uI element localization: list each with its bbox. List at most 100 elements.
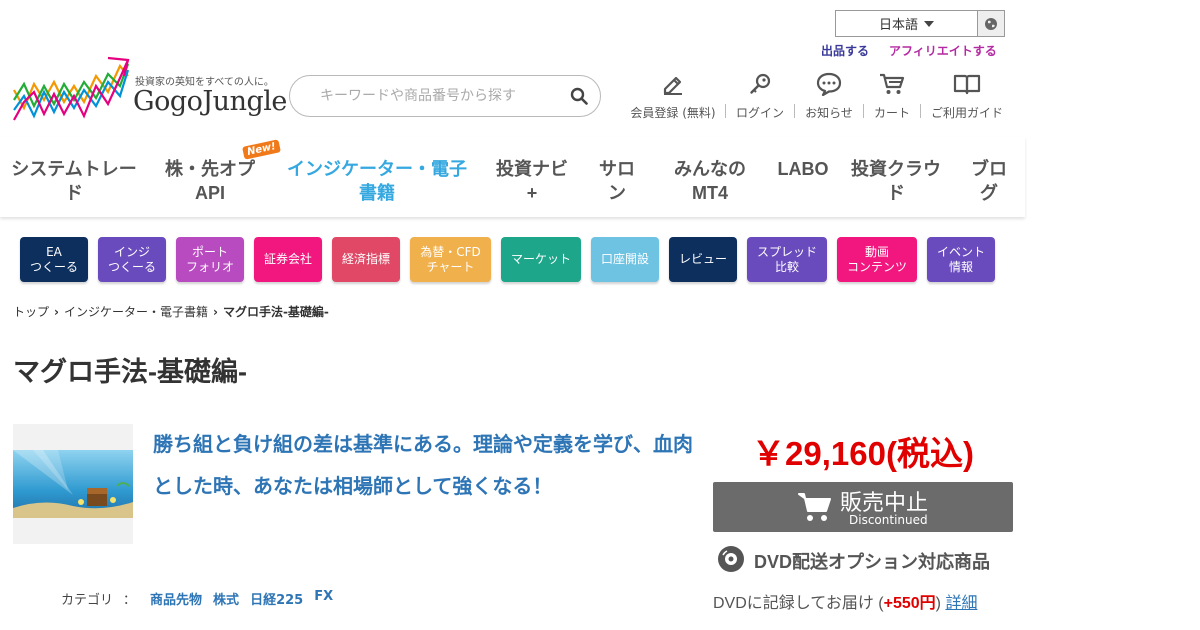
tile-portfolio[interactable]: ポート フォリオ [176, 237, 244, 282]
nav-label-line2: MT4 [692, 183, 728, 203]
language-selector[interactable]: 日本語 [835, 10, 1005, 37]
breadcrumb-category[interactable]: インジケーター・電子書籍 [64, 303, 208, 320]
product-thumbnail[interactable] [13, 424, 133, 544]
divider [863, 104, 864, 118]
main-nav-minna-mt4[interactable]: みんなの MT4 [664, 157, 756, 205]
disc-icon [717, 545, 745, 577]
tile-event-info[interactable]: イベント 情報 [927, 237, 995, 282]
product-catch-copy: 勝ち組と負け組の差は基準にある。理論や定義を学び、血肉とした時、あなたは相場師と… [153, 434, 693, 498]
category-row: カテゴリ ： 商品先物 株式 日経225 FX [61, 589, 344, 608]
nav-label-line1: 株・先オプ [165, 159, 255, 179]
nav-label-line2: ド [887, 183, 905, 203]
category-tag[interactable]: 株式 [213, 589, 239, 608]
category-tag[interactable]: 商品先物 [150, 589, 202, 608]
logo-name: GogoJungle [133, 86, 287, 117]
tile-fx-cfd-chart[interactable]: 為替・CFD チャート [410, 237, 491, 282]
page-title: マグロ手法-基礎編- [13, 357, 247, 387]
globe-icon[interactable] [978, 11, 1004, 36]
divider [794, 104, 795, 118]
chevron-down-icon [924, 20, 934, 27]
breadcrumb-current: マグロ手法-基礎編- [222, 305, 329, 319]
header-nav-label: お知らせ [805, 106, 853, 120]
header-nav-label: ご利用ガイド [931, 106, 1004, 120]
product-image [13, 450, 133, 518]
product-price: ￥29,160(税込) [752, 435, 974, 472]
category-label: カテゴリ [61, 593, 114, 608]
main-nav-indicator-ebook[interactable]: インジケーター・電子 書籍 [284, 157, 470, 205]
header-nav-register[interactable]: 会員登録 (無料) [630, 70, 716, 121]
tile-market[interactable]: マーケット [501, 237, 581, 282]
main-nav: システムトレー ド 株・先オプ API New! インジケーター・電子 書籍 投… [0, 137, 1025, 217]
divider [920, 104, 921, 118]
nav-label-line2: + [526, 183, 538, 203]
book-icon [953, 70, 981, 98]
tile-econ-indicators[interactable]: 経済指標 [332, 237, 400, 282]
dvd-option-label: DVD配送オプション対応商品 [754, 552, 991, 572]
search-box[interactable] [289, 75, 601, 117]
dvd-option-badge: DVD配送オプション対応商品 [717, 545, 990, 577]
buy-button-sublabel: Discontinued [849, 513, 928, 527]
chevron-right-icon: › [212, 304, 218, 319]
nav-label-line2: ン [608, 183, 626, 203]
breadcrumb-home[interactable]: トップ [13, 303, 49, 320]
dvd-note-prefix: DVDに記録してお届け ( [713, 595, 884, 612]
header-nav-guide[interactable]: ご利用ガイド [931, 70, 1003, 121]
nav-label-line2: ド [65, 183, 83, 203]
main-nav-invest-cloud[interactable]: 投資クラウ ド [848, 157, 944, 205]
main-nav-labo[interactable]: LABO [770, 157, 836, 181]
header-nav-cart[interactable]: カート [874, 70, 910, 121]
main-nav-invest-navi[interactable]: 投資ナビ + [490, 157, 574, 205]
affiliate-link[interactable]: アフィリエイトする [889, 42, 997, 59]
nav-label-line2: 書籍 [359, 183, 395, 203]
chevron-right-icon: › [54, 304, 59, 319]
nav-label-line1: LABO [777, 159, 829, 179]
language-label: 日本語 [878, 18, 918, 33]
nav-label-line1: システムトレー [11, 159, 137, 179]
nav-label-line2: API [194, 183, 225, 203]
category-tag[interactable]: 日経225 [250, 589, 303, 608]
main-nav-system-trade[interactable]: システムトレー ド [8, 157, 140, 205]
header-nav-login[interactable]: ログイン [736, 70, 784, 121]
main-nav-stock-api[interactable]: 株・先オプ API [160, 157, 260, 205]
tile-spread-compare[interactable]: スプレッド 比較 [747, 237, 827, 282]
main-nav-blog[interactable]: ブロ グ [966, 157, 1012, 205]
logo-mark-icon [13, 56, 130, 121]
site-logo[interactable]: 投資家の英知をすべての人に。 GogoJungle [12, 56, 287, 126]
category-tag[interactable]: FX [314, 589, 333, 608]
sell-link[interactable]: 出品する [821, 42, 869, 59]
search-input[interactable] [310, 76, 560, 116]
header-nav-news[interactable]: お知らせ [805, 70, 853, 121]
nav-label-line1: インジケーター・電子 [287, 159, 467, 179]
main-nav-salon[interactable]: サロ ン [592, 157, 642, 205]
tile-video-content[interactable]: 動画 コンテンツ [837, 237, 917, 282]
tile-ea-tsukuru[interactable]: EA つくーる [20, 237, 88, 282]
nav-label-line2: グ [980, 183, 998, 203]
language-dropdown[interactable]: 日本語 [836, 11, 978, 36]
chat-bubble-icon [816, 70, 842, 98]
dvd-detail-link[interactable]: 詳細 [945, 595, 977, 612]
tile-open-account[interactable]: 口座開設 [591, 237, 659, 282]
breadcrumb: トップ › インジケーター・電子書籍 › マグロ手法-基礎編- [13, 303, 329, 320]
cart-icon [798, 491, 832, 527]
key-icon [748, 70, 772, 98]
nav-label-line1: ブロ [971, 159, 1007, 179]
search-icon[interactable] [570, 87, 588, 109]
header-nav-label: ログイン [736, 106, 785, 120]
header-nav-label: 会員登録 (無料) [630, 106, 716, 120]
dvd-note: DVDに記録してお届け (+550円) 詳細 [713, 589, 977, 613]
dvd-note-price: +550円 [883, 595, 936, 612]
header-nav-label: カート [874, 106, 911, 120]
tile-inji-tsukuru[interactable]: インジ つくーる [98, 237, 166, 282]
divider [725, 104, 726, 118]
tile-review[interactable]: レビュー [669, 237, 737, 282]
nav-label-line1: 投資ナビ [496, 159, 568, 179]
category-colon: ： [123, 593, 137, 608]
nav-label-line1: 投資クラウ [851, 159, 941, 179]
buy-button-discontinued[interactable]: 販売中止 Discontinued [713, 482, 1013, 532]
nav-label-line1: サロ [599, 159, 635, 179]
tile-securities[interactable]: 証券会社 [254, 237, 322, 282]
cart-icon [879, 70, 905, 98]
nav-label-line1: みんなの [674, 159, 746, 179]
pencil-icon [661, 70, 685, 98]
dvd-note-suffix: ) [935, 595, 946, 612]
